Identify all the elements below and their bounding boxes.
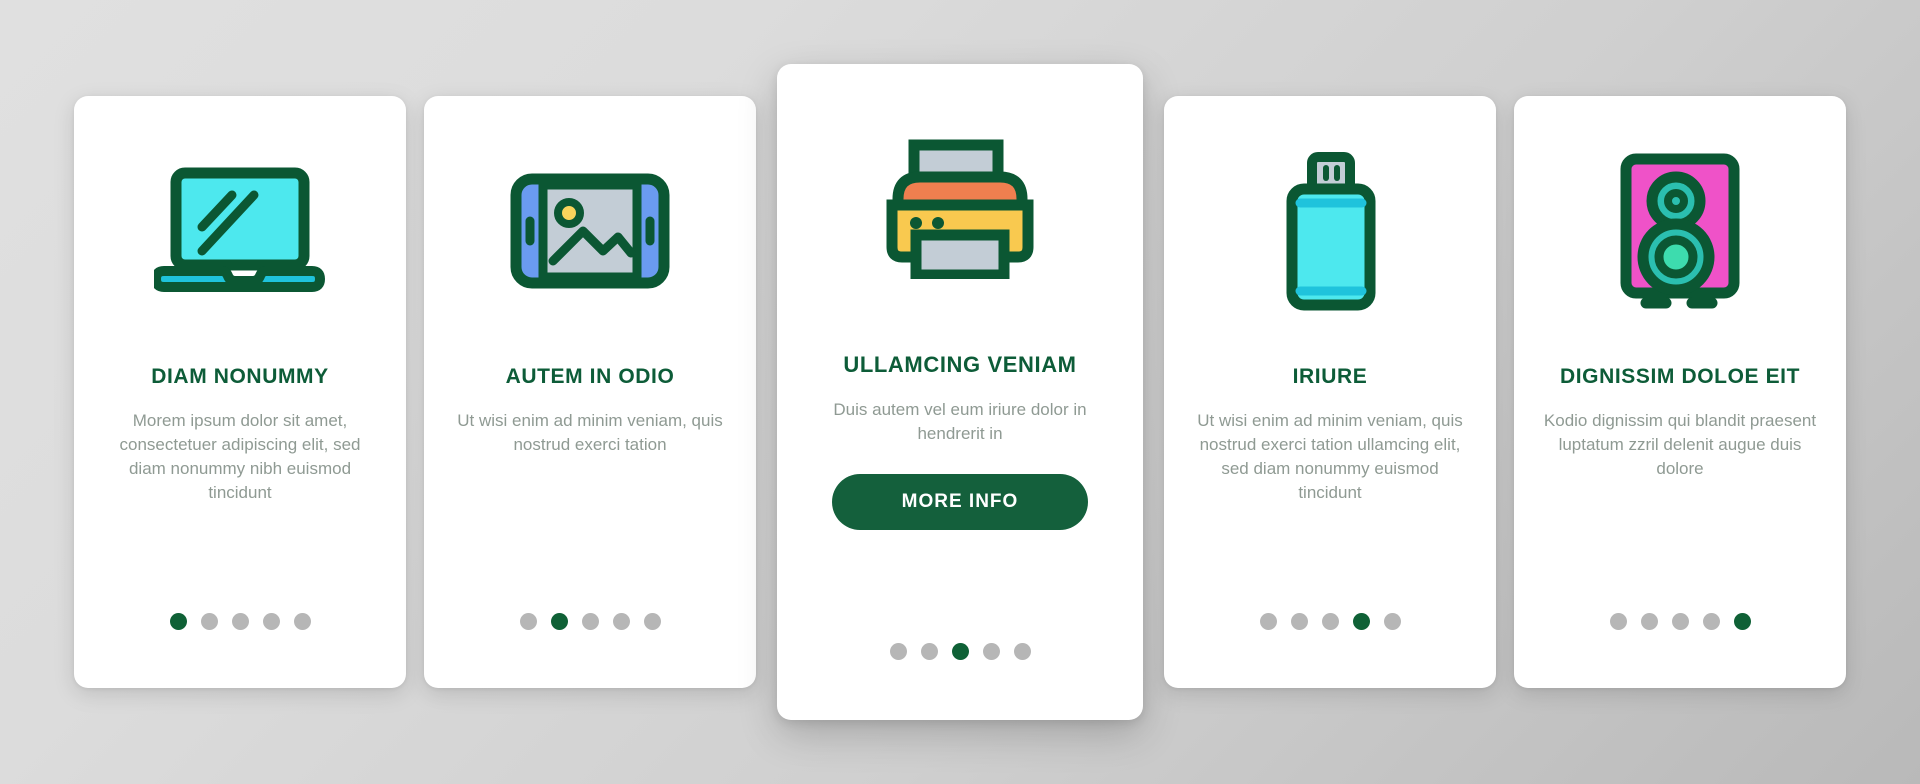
pagination-dot-2[interactable] xyxy=(920,643,938,660)
card-carousel: DIAM NONUMMY Morem ipsum dolor sit amet,… xyxy=(0,0,1920,784)
laptop-icon xyxy=(74,96,406,366)
pagination-dots[interactable] xyxy=(777,643,1143,660)
pagination-dot-5[interactable] xyxy=(643,613,661,630)
onboarding-card-4[interactable]: IRIURE Ut wisi enim ad minim veniam, qui… xyxy=(1164,96,1496,688)
pagination-dot-1[interactable] xyxy=(519,613,537,630)
pagination-dot-5[interactable] xyxy=(1383,613,1401,630)
pagination-dots[interactable] xyxy=(1164,613,1496,630)
card-title: IRIURE xyxy=(1292,365,1368,388)
card-title: DIGNISSIM DOLOE EIT xyxy=(1559,365,1801,388)
pagination-dot-1[interactable] xyxy=(169,613,187,630)
more-info-button[interactable]: MORE INFO xyxy=(832,474,1088,531)
usb-flash-drive-icon-svg xyxy=(1286,152,1376,311)
speaker-icon xyxy=(1514,96,1846,366)
pagination-dot-5[interactable] xyxy=(293,613,311,630)
pagination-dot-2[interactable] xyxy=(200,613,218,630)
pagination-dot-2[interactable] xyxy=(550,613,568,630)
pagination-dot-2[interactable] xyxy=(1290,613,1308,630)
card-title: ULLAMCING VENIAM xyxy=(843,352,1077,377)
pagination-dot-3[interactable] xyxy=(1671,613,1689,630)
pagination-dot-3[interactable] xyxy=(231,613,249,630)
pagination-dots[interactable] xyxy=(1514,613,1846,630)
card-body-text: Duis autem vel eum iriure dolor in hendr… xyxy=(833,400,1087,444)
printer-icon-svg xyxy=(886,139,1034,279)
laptop-icon-svg xyxy=(154,167,325,292)
card-body-text: Ut wisi enim ad minim veniam, quis nostr… xyxy=(1197,411,1463,503)
pagination-dots[interactable] xyxy=(74,613,406,630)
pagination-dot-3[interactable] xyxy=(951,643,969,660)
pagination-dot-4[interactable] xyxy=(612,613,630,630)
pagination-dot-1[interactable] xyxy=(889,643,907,660)
printer-icon xyxy=(777,64,1143,354)
pagination-dot-1[interactable] xyxy=(1609,613,1627,630)
pagination-dot-3[interactable] xyxy=(581,613,599,630)
onboarding-card-2[interactable]: AUTEM IN ODIO Ut wisi enim ad minim veni… xyxy=(424,96,756,688)
onboarding-card-5[interactable]: DIGNISSIM DOLOE EIT Kodio dignissim qui … xyxy=(1514,96,1846,688)
card-body-text: Ut wisi enim ad minim veniam, quis nostr… xyxy=(457,411,723,455)
tablet-photo-icon xyxy=(424,96,756,366)
onboarding-screens-stage: DIAM NONUMMY Morem ipsum dolor sit amet,… xyxy=(0,0,1920,784)
pagination-dot-2[interactable] xyxy=(1640,613,1658,630)
pagination-dot-4[interactable] xyxy=(1352,613,1370,630)
pagination-dots[interactable] xyxy=(424,613,756,630)
card-title: AUTEM IN ODIO xyxy=(505,365,675,388)
tablet-photo-icon-svg xyxy=(510,173,670,289)
pagination-dot-4[interactable] xyxy=(982,643,1000,660)
pagination-dot-1[interactable] xyxy=(1259,613,1277,630)
onboarding-card-3[interactable]: ULLAMCING VENIAM Duis autem vel eum iriu… xyxy=(777,64,1143,720)
pagination-dot-5[interactable] xyxy=(1013,643,1031,660)
pagination-dot-3[interactable] xyxy=(1321,613,1339,630)
onboarding-card-1[interactable]: DIAM NONUMMY Morem ipsum dolor sit amet,… xyxy=(74,96,406,688)
card-body-text: Morem ipsum dolor sit amet, consectetuer… xyxy=(119,411,361,503)
pagination-dot-5[interactable] xyxy=(1733,613,1751,630)
card-title: DIAM NONUMMY xyxy=(151,365,329,388)
card-body-text: Kodio dignissim qui blandit praesent lup… xyxy=(1543,411,1817,479)
speaker-icon-svg xyxy=(1620,153,1740,309)
pagination-dot-4[interactable] xyxy=(1702,613,1720,630)
usb-flash-drive-icon xyxy=(1164,96,1496,366)
pagination-dot-4[interactable] xyxy=(262,613,280,630)
